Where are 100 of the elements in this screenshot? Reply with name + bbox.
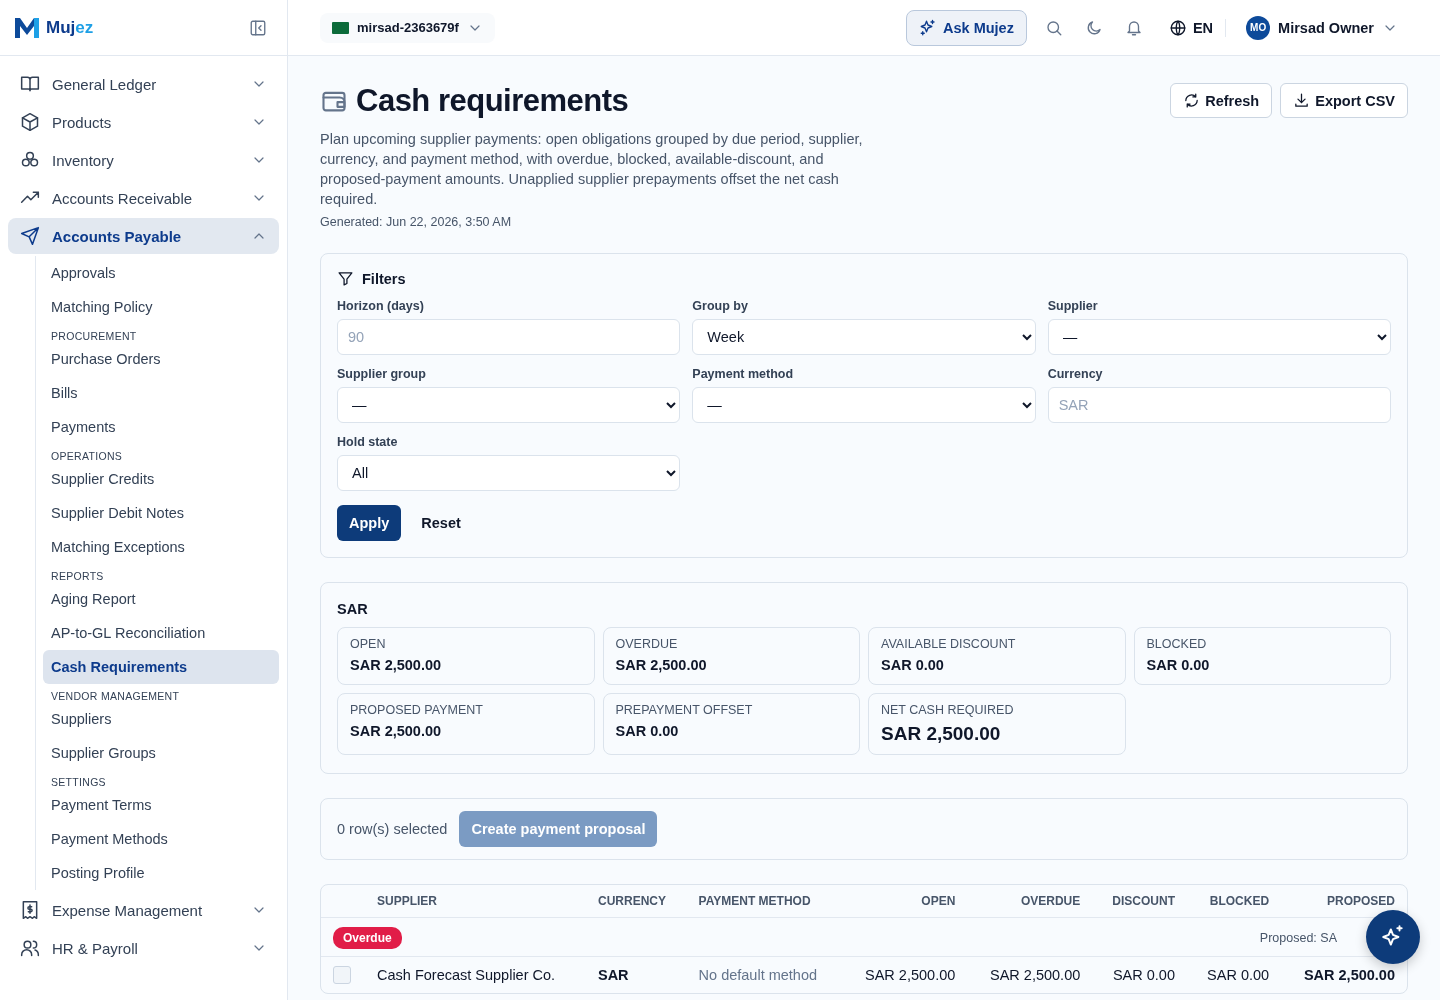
receipt-icon: [20, 900, 40, 920]
apply-button[interactable]: Apply: [337, 505, 402, 541]
column-header: CURRENCY: [585, 885, 687, 918]
nav-section-heading: PROCUREMENT: [50, 329, 138, 342]
logo-icon: [14, 16, 40, 39]
refresh-icon: [1183, 92, 1201, 109]
boxes-icon: [20, 150, 40, 170]
nav-item[interactable]: Supplier Groups: [43, 736, 279, 770]
nav-section-heading: OPERATIONS: [50, 449, 124, 462]
field-label: Horizon (days): [337, 299, 425, 313]
nav-item[interactable]: Aging Report: [43, 582, 279, 616]
selection-count: 0 row(s) selected: [337, 821, 448, 837]
nav-group[interactable]: Products: [8, 104, 279, 140]
nav-item[interactable]: Suppliers: [43, 702, 279, 736]
metric-value: SAR 2,500.00: [615, 657, 708, 673]
select-field[interactable]: All: [337, 455, 681, 491]
table-cell: SAR: [585, 956, 687, 993]
nav-group[interactable]: Expense Management: [8, 892, 279, 928]
field-label: Payment method: [692, 367, 795, 381]
select-field[interactable]: Week: [692, 319, 1036, 355]
nav-item[interactable]: Payment Methods: [43, 822, 279, 856]
input-field[interactable]: 90: [337, 319, 681, 355]
nav-item[interactable]: Purchase Orders: [43, 342, 279, 376]
metric-value: SAR 2,500.00: [881, 723, 1002, 745]
column-header: DISCOUNT: [1092, 885, 1187, 918]
filters-title: Filters: [362, 270, 406, 287]
nav-item[interactable]: Payment Terms: [43, 788, 279, 822]
box-icon: [20, 112, 40, 132]
select-field[interactable]: —: [1047, 319, 1391, 355]
field-label: Supplier group: [337, 367, 427, 381]
table-cell: SAR 0.00: [1187, 956, 1282, 993]
nav-item[interactable]: Approvals: [43, 256, 279, 290]
nav-item[interactable]: Payments: [43, 410, 279, 444]
nav-item[interactable]: Supplier Credits: [43, 462, 279, 496]
book-icon: [20, 74, 40, 94]
nav-item[interactable]: Matching Policy: [43, 290, 279, 324]
metric-label: PROPOSED PAYMENT: [350, 703, 484, 717]
sparkles-icon: [919, 18, 938, 37]
brand-name: Mujez: [46, 17, 95, 38]
bell-icon: [1124, 18, 1143, 37]
metric-value: SAR 2,500.00: [350, 723, 443, 739]
table-cell: SAR 0.00: [1092, 956, 1187, 993]
nav-item[interactable]: Bills: [43, 376, 279, 410]
select-field[interactable]: —: [692, 387, 1036, 423]
input-field[interactable]: SAR: [1047, 387, 1391, 423]
language-selector[interactable]: EN: [1160, 18, 1227, 37]
table-cell: Cash Forecast Supplier Co.: [365, 956, 586, 993]
refresh-button[interactable]: Refresh: [1170, 83, 1273, 118]
organization-selector[interactable]: mirsad-2363679f: [320, 12, 495, 43]
table-cell: SAR 2,500.00: [967, 956, 1093, 993]
metric-label: BLOCKED: [1146, 637, 1208, 651]
status-badge: Overdue: [333, 927, 402, 949]
column-header: BLOCKED: [1187, 885, 1282, 918]
column-header: SUPPLIER: [365, 885, 586, 918]
metric-label: PREPAYMENT OFFSET: [615, 703, 754, 717]
nav-item[interactable]: Posting Profile: [43, 856, 279, 890]
export-button[interactable]: Export CSV: [1280, 83, 1408, 118]
metric-value: SAR 0.00: [1146, 657, 1211, 673]
table-cell: No default method: [686, 956, 843, 993]
column-header: OVERDUE: [967, 885, 1093, 918]
nav-group[interactable]: General Ledger: [8, 66, 279, 102]
row-checkbox[interactable]: [333, 966, 351, 984]
currency-heading: SAR: [337, 601, 369, 617]
download-icon: [1293, 92, 1311, 109]
metric-value: SAR 2,500.00: [350, 657, 443, 673]
user-menu[interactable]: MO Mirsad Owner: [1240, 14, 1408, 41]
group-summary: Proposed: SA: [1259, 931, 1337, 945]
field-label: Group by: [692, 299, 749, 313]
select-field[interactable]: —: [337, 387, 681, 423]
search-icon: [1044, 18, 1063, 37]
nav-group[interactable]: Accounts Payable: [8, 218, 279, 254]
generated-timestamp: Generated: Jun 22, 2026, 3:50 AM: [320, 215, 513, 229]
nav-group[interactable]: Inventory: [8, 142, 279, 178]
metric-value: SAR 0.00: [615, 723, 680, 739]
nav-group[interactable]: Accounts Receivable: [8, 180, 279, 216]
metric-label: NET CASH REQUIRED: [881, 703, 1015, 717]
metric-label: AVAILABLE DISCOUNT: [881, 637, 1017, 651]
users-icon: [20, 938, 40, 958]
globe-icon: [1168, 18, 1187, 37]
reset-button[interactable]: Reset: [409, 505, 473, 541]
column-header: PAYMENT METHOD: [686, 885, 843, 918]
table-cell: SAR 2,500.00: [1281, 956, 1407, 993]
send-icon: [20, 226, 40, 246]
page-description: Plan upcoming supplier payments: open obligations grouped by due period, supplier, currency, and payment method, with overdue, blocked, available-discount, and proposed-payment amounts. Unapplied supplier prepayments offset the net cash required.: [320, 130, 864, 209]
nav-section-heading: REPORTS: [50, 569, 105, 582]
nav-item[interactable]: Supplier Debit Notes: [43, 496, 279, 530]
page-title: Cash requirements: [356, 83, 629, 119]
field-label: Hold state: [337, 435, 399, 449]
nav-item[interactable]: Matching Exceptions: [43, 530, 279, 564]
nav-item[interactable]: AP-to-GL Reconciliation: [43, 616, 279, 650]
ask-button[interactable]: Ask Mujez: [906, 9, 1027, 46]
metric-label: OVERDUE: [615, 637, 679, 651]
metric-label: OPEN: [350, 637, 387, 651]
column-header: OPEN: [842, 885, 968, 918]
sidebar-collapse-icon: [249, 18, 267, 37]
field-label: Currency: [1047, 367, 1104, 381]
nav-group[interactable]: HR & Payroll: [8, 930, 279, 966]
table-cell: SAR 2,500.00: [842, 956, 968, 993]
nav-item[interactable]: Cash Requirements: [43, 650, 279, 684]
nav-section-heading: VENDOR MANAGEMENT: [50, 689, 181, 702]
